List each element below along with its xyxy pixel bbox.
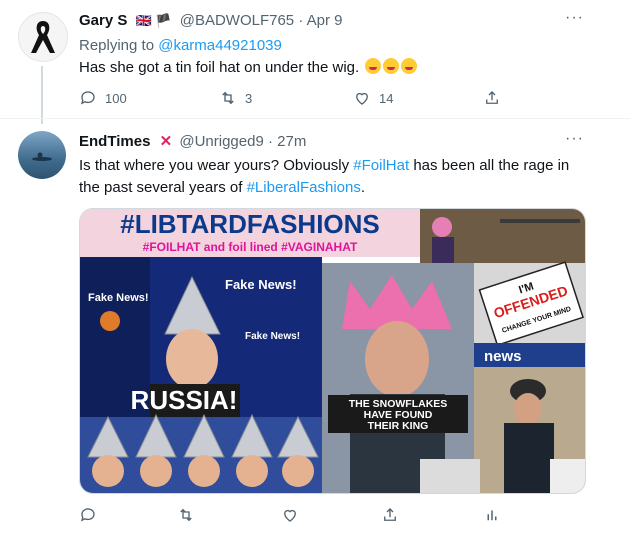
retweet-icon (180, 508, 192, 522)
tweet-text: Is that where you wear yours? Obviously … (79, 155, 589, 199)
reply-button[interactable]: 100 (79, 89, 127, 107)
retweet-icon (222, 91, 234, 105)
reply-icon (80, 91, 95, 105)
zany-face-emoji-icon (383, 58, 400, 74)
fake-news-label-3: Fake News! (245, 331, 300, 342)
red-x-icon: ✕ (159, 133, 173, 150)
analytics-button[interactable] (483, 506, 501, 524)
like-button[interactable] (281, 506, 299, 524)
meme-subtitle: #FOILHAT and foil lined #VAGINAHAT (143, 240, 358, 254)
retweet-count: 3 (245, 90, 253, 106)
fake-news-label-2: Fake News! (225, 277, 297, 292)
tweet-text-line-1: Is that where you wear yours? Obviously … (79, 155, 589, 177)
tweet-date[interactable]: Apr 9 (307, 12, 343, 29)
hashtag-foilhat[interactable]: #FoilHat (353, 157, 409, 174)
tweet-text-line-2: the past several years of #LiberalFashio… (79, 177, 589, 199)
tweet-actions: 100 3 14 (79, 89, 509, 109)
replying-to: Replying to @karma44921039 (79, 37, 282, 54)
text-segment: has been all the rage in (409, 157, 570, 174)
heart-icon (284, 509, 296, 522)
zany-face-emoji-icon (401, 58, 418, 74)
meme-collage: #LIBTARDFASHIONS #FOILHAT and foil lined… (80, 209, 585, 493)
news-label: news (484, 348, 522, 365)
analytics-icon (487, 510, 497, 521)
avatar[interactable] (18, 12, 68, 62)
share-icon (384, 508, 396, 521)
meme-title: #LIBTARDFASHIONS (120, 209, 380, 239)
text-segment: the past several years of (79, 179, 247, 196)
thread-line (41, 66, 43, 124)
more-options-icon[interactable]: ··· (565, 9, 584, 27)
share-icon (486, 91, 498, 104)
tweet-header: EndTimes ✕ @Unrigged9 · 27m (79, 132, 306, 152)
display-name[interactable]: EndTimes (79, 133, 150, 150)
tweet-date[interactable]: 27m (277, 133, 306, 150)
share-button[interactable] (483, 89, 501, 107)
tweet-header: Gary S 🇬🇧 🏴 @BADWOLF765 · Apr 9 (79, 11, 343, 31)
text-segment: Is that where you wear yours? Obviously (79, 157, 354, 174)
dot-separator: · (298, 12, 304, 29)
user-handle[interactable]: @BADWOLF765 (180, 12, 294, 29)
dot-separator: · (267, 133, 273, 150)
retweet-button[interactable]: 3 (219, 89, 252, 107)
share-button[interactable] (381, 506, 399, 524)
flag-icons: 🇬🇧 🏴 (135, 13, 172, 28)
tweet-actions (79, 506, 519, 526)
more-options-icon[interactable]: ··· (565, 130, 584, 148)
replying-to-label: Replying to (79, 37, 159, 54)
avatar[interactable] (18, 131, 66, 179)
hashtag-liberalfashions[interactable]: #LiberalFashions (247, 179, 361, 196)
snowflakes-line-3: THEIR KING (368, 420, 429, 432)
black-ribbon-icon (31, 21, 55, 53)
tweet-media-image[interactable]: #LIBTARDFASHIONS #FOILHAT and foil lined… (79, 208, 586, 494)
replying-to-handle[interactable]: @karma44921039 (158, 37, 282, 54)
user-handle[interactable]: @Unrigged9 (179, 133, 263, 150)
reply-count: 100 (105, 90, 127, 106)
retweet-button[interactable] (177, 506, 195, 524)
zany-face-emoji-icon (365, 58, 382, 74)
russia-label: RUSSIA! (131, 385, 238, 415)
reply-icon (80, 508, 95, 522)
tweet-text: Has she got a tin foil hat on under the … (79, 57, 418, 79)
tweet-divider (0, 118, 630, 119)
tweet-text-content: Has she got a tin foil hat on under the … (79, 59, 360, 76)
reply-button[interactable] (79, 506, 97, 524)
heart-icon (356, 92, 368, 105)
display-name[interactable]: Gary S (79, 12, 127, 29)
fake-news-label-1: Fake News! (88, 292, 149, 304)
like-button[interactable]: 14 (353, 89, 393, 107)
swimmer-silhouette-icon (32, 152, 52, 161)
text-segment: . (360, 179, 366, 196)
like-count: 14 (379, 90, 394, 106)
